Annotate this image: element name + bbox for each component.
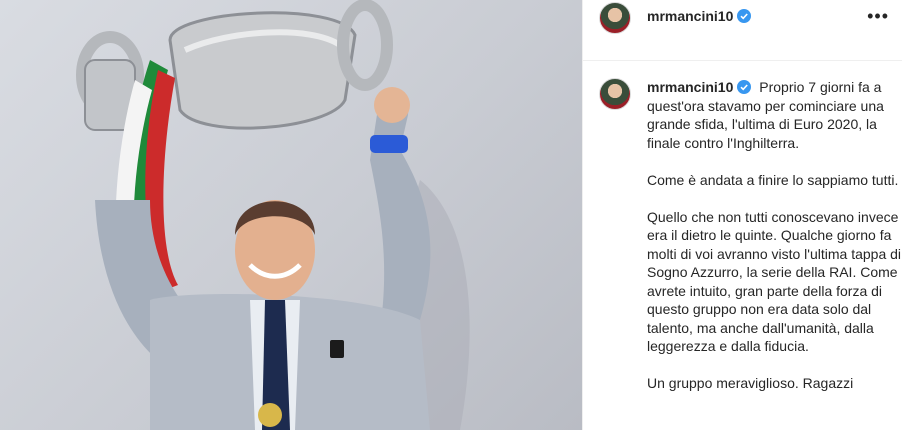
verified-badge-icon [737, 9, 752, 23]
avatar[interactable] [599, 2, 631, 34]
caption-paragraph: Come è andata a finire lo sappiamo tutti… [647, 171, 899, 188]
verified-badge-icon [737, 80, 752, 94]
post-side-panel: mrmancini10 ••• mrmancini10 Proprio 7 gi… [582, 0, 902, 430]
caption-paragraph: Quello che non tutti conoscevano invece … [647, 208, 902, 355]
post-header: mrmancini10 ••• [583, 0, 902, 61]
avatar[interactable] [599, 78, 631, 110]
post-photo[interactable] [0, 0, 582, 430]
caption-username[interactable]: mrmancini10 [647, 79, 752, 95]
caption-paragraph: Un gruppo meraviglioso. Ragazzi [647, 375, 854, 391]
header-username[interactable]: mrmancini10 [647, 8, 752, 24]
watch-icon [370, 135, 408, 153]
trophy-celebration-image [76, 0, 470, 430]
caption-text: mrmancini10 Proprio 7 giorni fa a quest'… [647, 78, 902, 411]
more-options-icon[interactable]: ••• [867, 6, 889, 27]
